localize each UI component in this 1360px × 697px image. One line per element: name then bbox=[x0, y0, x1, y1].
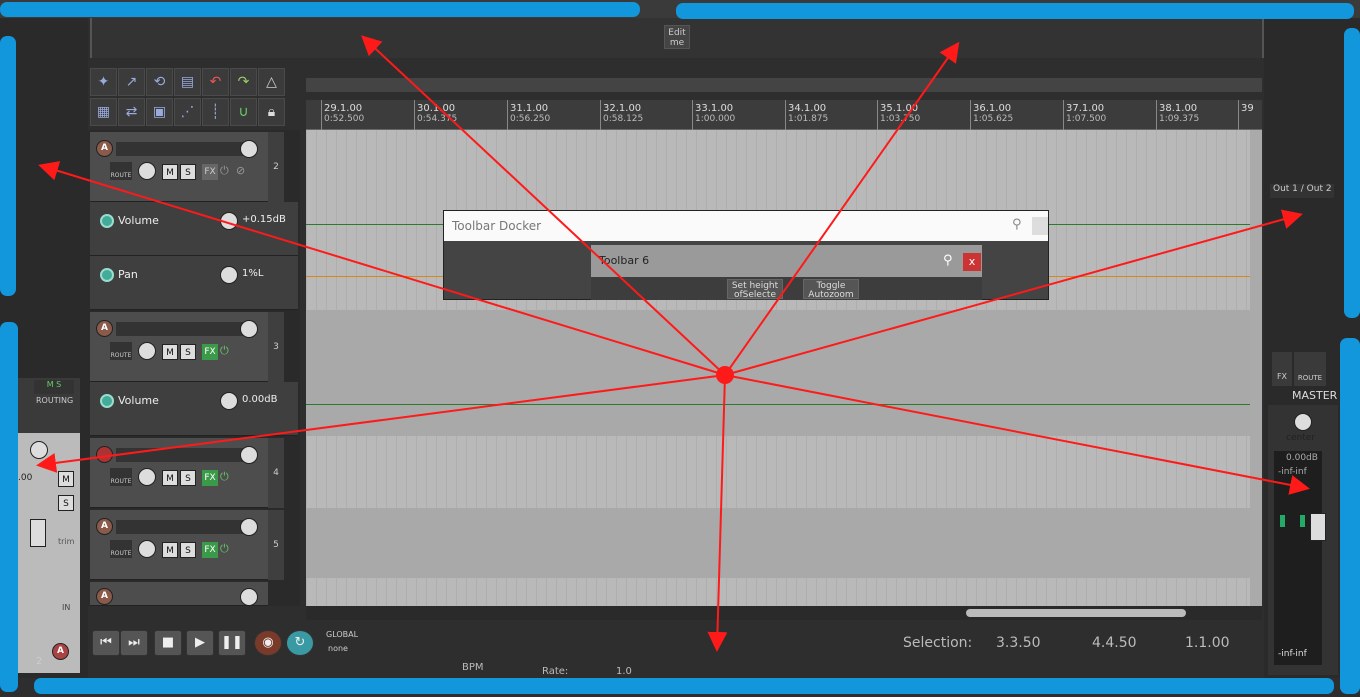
redaction-bar bbox=[0, 322, 18, 692]
arrow-left-lower bbox=[36, 374, 726, 473]
redaction-bar bbox=[1340, 338, 1360, 694]
redaction-bar bbox=[0, 36, 16, 296]
arrow-up-right bbox=[724, 41, 960, 376]
arrow-right-lower bbox=[724, 374, 1310, 495]
arrow-left-upper bbox=[38, 161, 726, 376]
annotation-overlay bbox=[36, 35, 1310, 652]
redaction-bar bbox=[0, 2, 640, 17]
arrow-down bbox=[707, 374, 728, 652]
redaction-bar bbox=[34, 678, 1334, 694]
redaction-bar bbox=[676, 3, 1354, 19]
redaction-bar bbox=[1344, 28, 1360, 318]
arrow-right-upper bbox=[724, 209, 1303, 376]
annotation-center-dot bbox=[716, 366, 734, 384]
arrow-up-left bbox=[361, 35, 726, 376]
